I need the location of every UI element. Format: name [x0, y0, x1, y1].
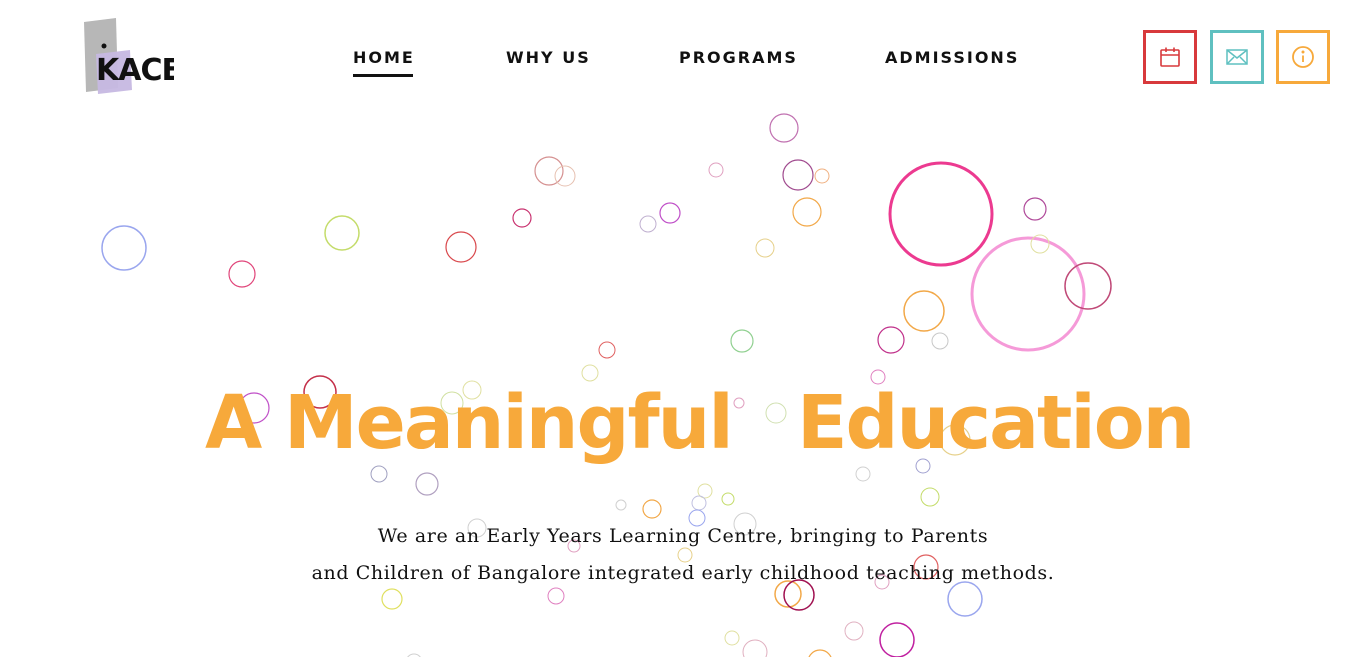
bubble: [512, 208, 532, 228]
calendar-button[interactable]: [1143, 30, 1197, 84]
bubble: [659, 202, 681, 224]
bubble: [808, 649, 832, 657]
hero-subtitle-line: We are an Early Years Learning Centre, b…: [377, 525, 989, 547]
nav-item-why-us[interactable]: WHY US: [506, 48, 591, 67]
bubble: [755, 238, 775, 258]
bubble: [877, 326, 905, 354]
bubble: [534, 156, 564, 186]
bubble: [814, 168, 830, 184]
bubble: [228, 260, 256, 288]
bubble: [721, 492, 735, 506]
bubble: [691, 495, 707, 511]
bubble: [708, 162, 724, 178]
mail-button[interactable]: [1210, 30, 1264, 84]
bubble: [1030, 234, 1050, 254]
bubble: [931, 332, 949, 350]
bubble: [742, 639, 768, 657]
bubble: [598, 341, 616, 359]
info-icon: [1292, 46, 1314, 68]
bubble: [324, 215, 360, 251]
hero-subtitle: We are an Early Years Learning Centre, b…: [0, 518, 1366, 592]
bubble: [879, 622, 915, 657]
bubble: [415, 472, 439, 496]
bubble: [844, 621, 864, 641]
bubble: [920, 487, 940, 507]
calendar-icon: [1160, 47, 1180, 67]
bubble: [445, 231, 477, 263]
bubble: [639, 215, 657, 233]
bubble: [642, 499, 662, 519]
hero-title-word: Education: [797, 380, 1195, 466]
bubble: [769, 113, 799, 143]
bubble: [554, 165, 576, 187]
bubble: [730, 329, 754, 353]
bubble: [792, 197, 822, 227]
nav-item-home[interactable]: HOME: [353, 48, 415, 77]
nav-item-programs[interactable]: PROGRAMS: [679, 48, 798, 67]
hero-title: A Meaningful Education: [0, 375, 1366, 475]
info-button[interactable]: [1276, 30, 1330, 84]
bubble: [1064, 262, 1112, 310]
bubble: [1023, 197, 1047, 221]
nav-item-admissions[interactable]: ADMISSIONS: [885, 48, 1019, 67]
hero-title-word: Meaningful: [284, 380, 734, 466]
mail-icon: [1226, 49, 1248, 65]
bubble: [101, 225, 147, 271]
bubble: [903, 290, 945, 332]
bubble: [381, 588, 403, 610]
bubble: [615, 499, 627, 511]
hero-subtitle-line: and Children of Bangalore integrated ear…: [311, 562, 1055, 584]
bubble: [888, 161, 994, 267]
bubble: [782, 159, 814, 191]
hero-title-word: A: [205, 380, 262, 466]
bubble: [724, 630, 740, 646]
